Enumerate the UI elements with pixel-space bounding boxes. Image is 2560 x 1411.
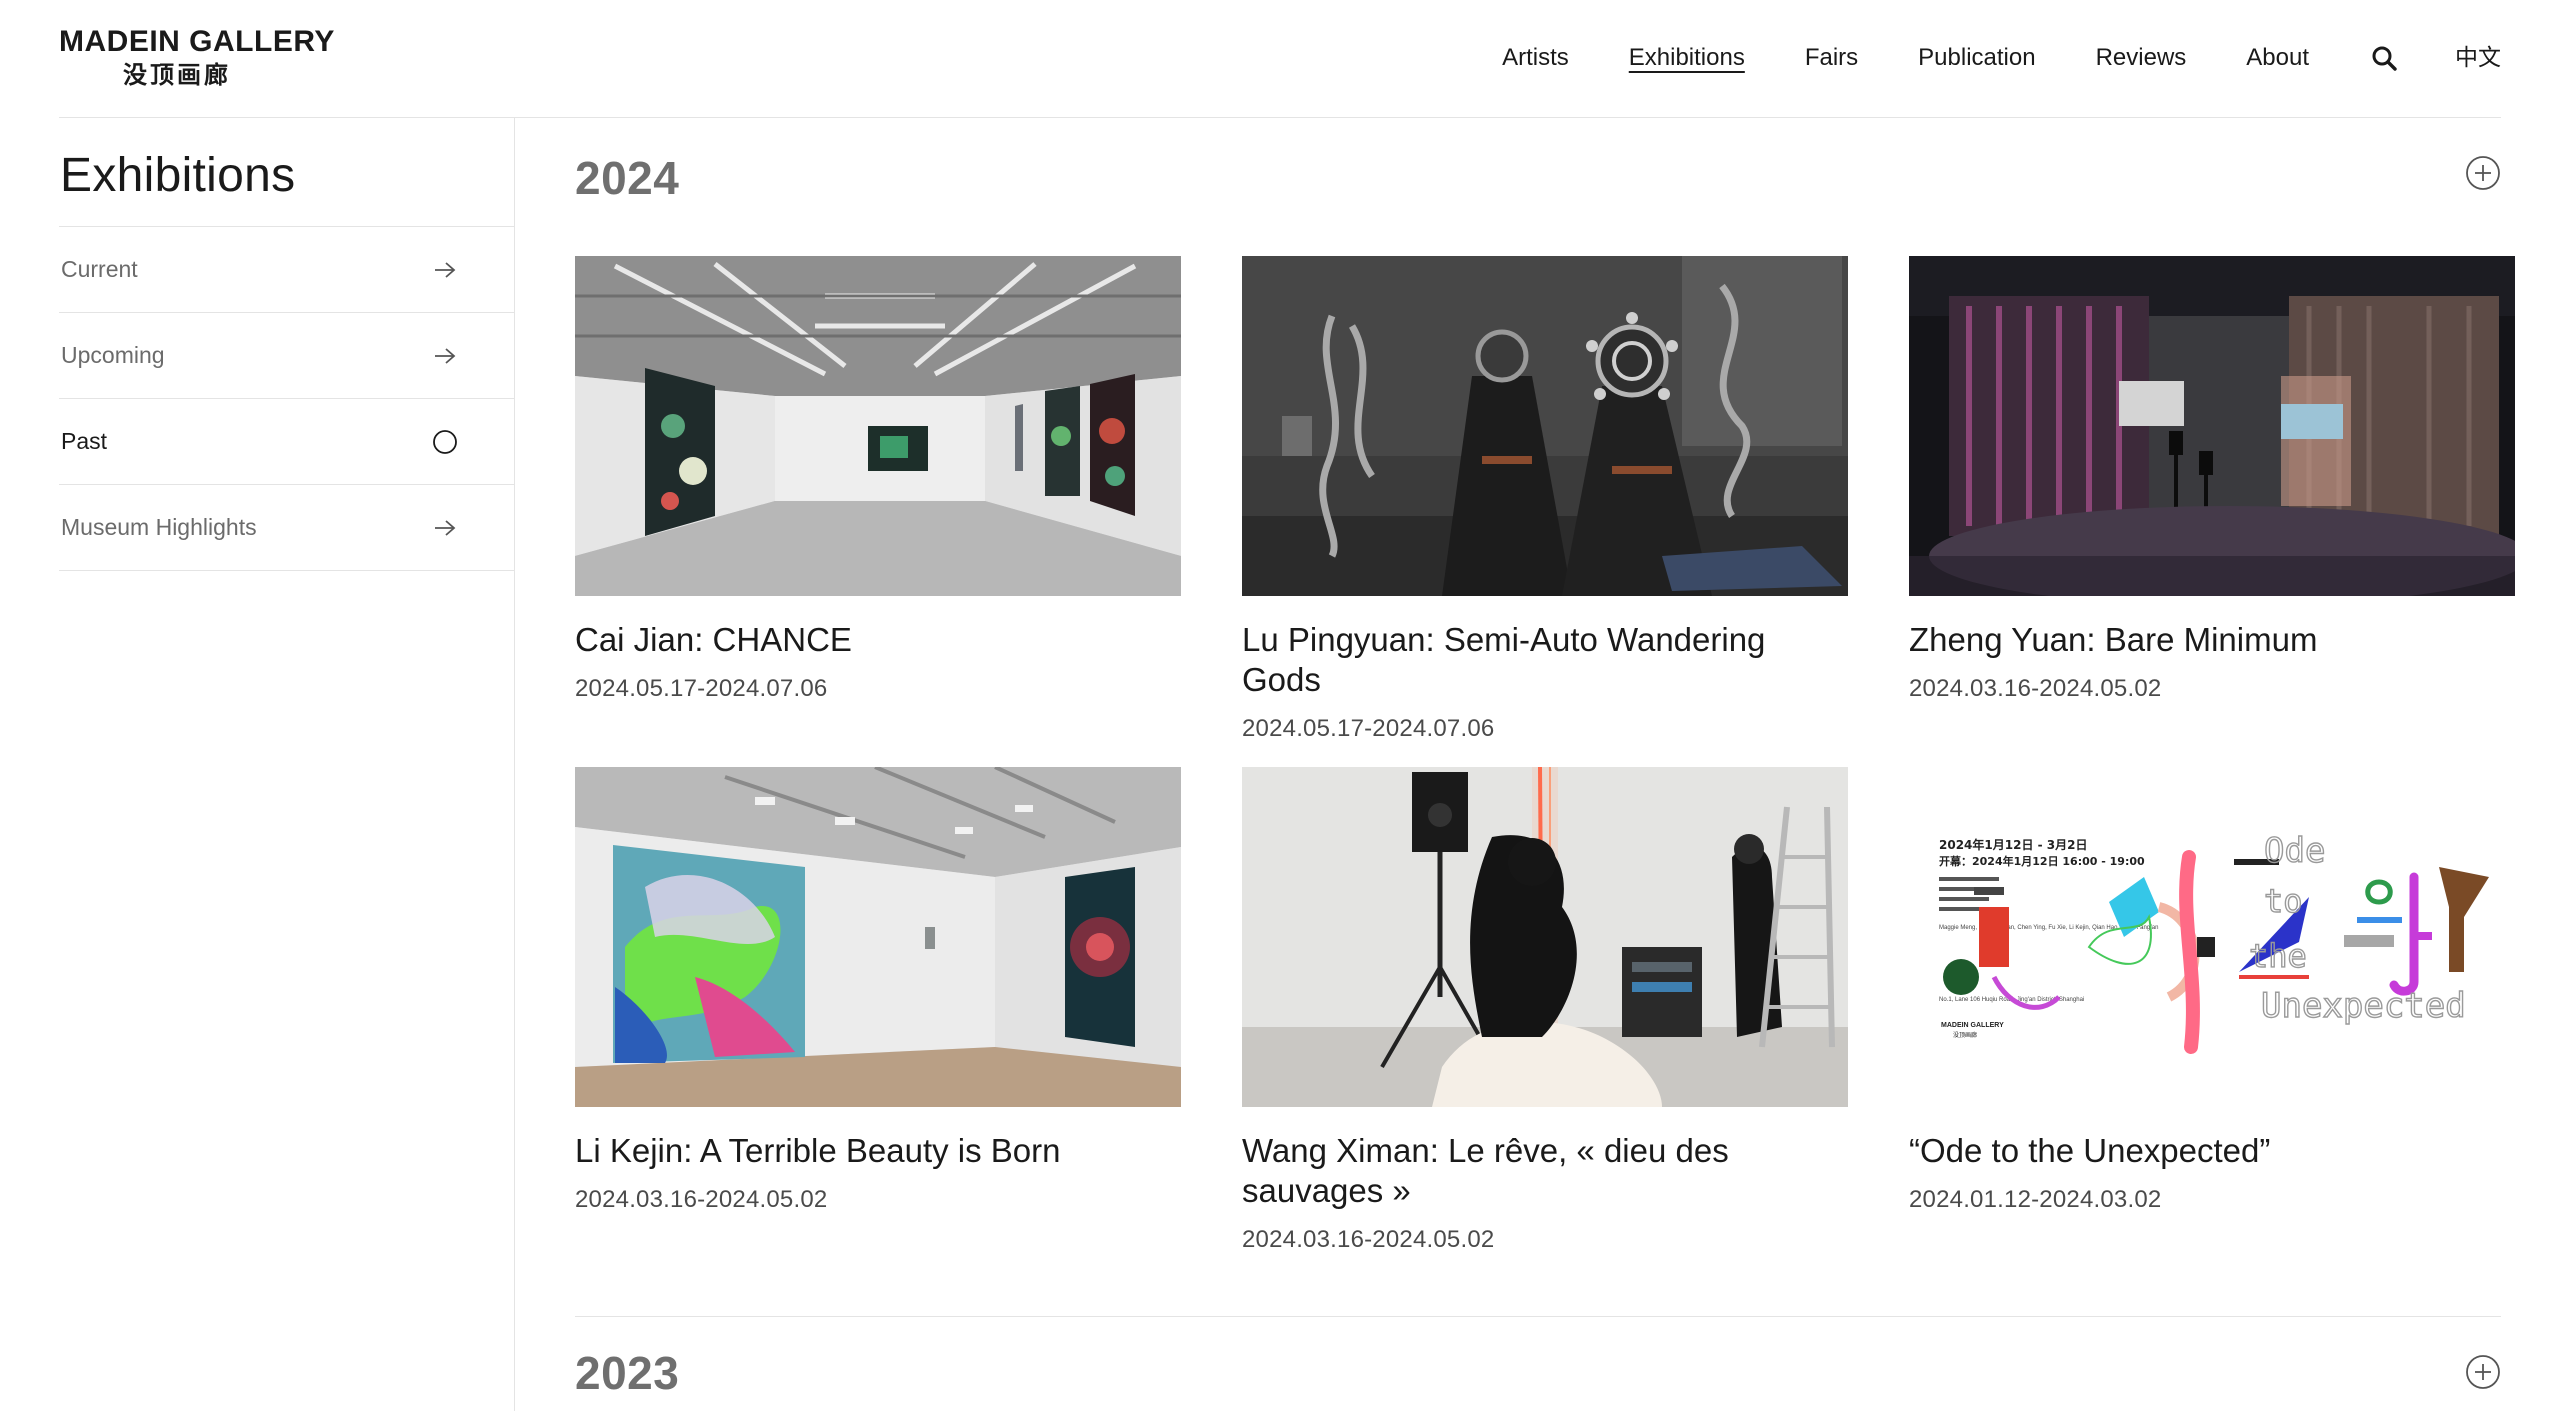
exhibition-title[interactable]: Cai Jian: CHANCE [575, 620, 1181, 660]
exhibition-dates: 2024.03.16-2024.05.02 [575, 1186, 828, 1213]
logo-name-zh: 没顶画廊 [123, 61, 231, 89]
poster-brand-zh: 没顶画廊 [1953, 1031, 1977, 1039]
exhibition-card[interactable]: Wang Ximan: Le rêve, « dieu des sauvages… [1242, 767, 1848, 1255]
gallery-logo[interactable]: MADEIN GALLERY 没顶画廊 [59, 24, 335, 90]
exhibition-dates: 2024.03.16-2024.05.02 [1242, 1226, 1495, 1253]
exhibition-card[interactable]: 2024年1月12日 - 3月2日 开幕：2024年1月12日 16:00 - … [1909, 767, 2515, 1215]
year-heading: 2023 [575, 1347, 680, 1399]
year-section-header[interactable]: 2024 [575, 118, 2501, 238]
exhibition-card[interactable]: Cai Jian: CHANCE 2024.05.17-2024.07.06 [575, 256, 1181, 704]
nav-about[interactable]: About [2246, 40, 2309, 76]
sidebar-item-label: Current [61, 256, 138, 282]
year-section-header[interactable]: 2023 [575, 1317, 2501, 1411]
site-header: MADEIN GALLERY 没顶画廊 Artists Exhibitions … [59, 0, 2501, 118]
poster-title-word-2: to [2264, 882, 2303, 920]
sidebar-item-label: Museum Highlights [61, 514, 257, 540]
exhibition-image[interactable] [1909, 256, 2515, 596]
exhibitions-sidebar: Exhibitions Current Upcoming Past Museum… [0, 118, 515, 1411]
sidebar-title: Exhibitions [60, 149, 296, 202]
nav-publication[interactable]: Publication [1918, 40, 2035, 76]
sidebar-item-label: Past [61, 428, 108, 454]
main-nav: Artists Exhibitions Fairs Publication Re… [1442, 40, 2501, 76]
exhibition-image[interactable] [1242, 767, 1848, 1107]
exhibition-title[interactable]: Zheng Yuan: Bare Minimum [1909, 620, 2515, 660]
plus-circle-icon[interactable] [2465, 155, 2501, 191]
poster-title-word-1: Ode [2264, 831, 2325, 871]
exhibition-title[interactable]: “Ode to the Unexpected” [1909, 1131, 2515, 1171]
arrow-right-icon [432, 343, 458, 369]
exhibition-poster[interactable]: 2024年1月12日 - 3月2日 开幕：2024年1月12日 16:00 - … [1909, 767, 2515, 1107]
poster-dates: 2024年1月12日 - 3月2日 [1939, 837, 2087, 852]
exhibition-card[interactable]: Li Kejin: A Terrible Beauty is Born 2024… [575, 767, 1181, 1215]
nav-exhibitions[interactable]: Exhibitions [1629, 40, 1745, 76]
exhibition-dates: 2024.05.17-2024.07.06 [1242, 715, 1495, 742]
poster-title-word-3: the [2249, 937, 2307, 975]
exhibition-title[interactable]: Lu Pingyuan: Semi-Auto Wandering Gods [1242, 620, 1848, 700]
poster-title-word-4: Unexpected [2261, 986, 2466, 1026]
sidebar-menu: Current Upcoming Past Museum Highlights [59, 226, 514, 571]
exhibition-title[interactable]: Li Kejin: A Terrible Beauty is Born [575, 1131, 1181, 1171]
circle-icon [432, 429, 458, 455]
plus-circle-icon[interactable] [2465, 1354, 2501, 1390]
exhibition-card[interactable]: Lu Pingyuan: Semi-Auto Wandering Gods 20… [1242, 256, 1848, 744]
sidebar-item-label: Upcoming [61, 342, 165, 368]
poster-brand-en: MADEIN GALLERY [1941, 1022, 2004, 1029]
year-heading: 2024 [575, 152, 680, 204]
poster-opening: 开幕：2024年1月12日 16:00 - 19:00 [1939, 854, 2145, 868]
arrow-right-icon [432, 257, 458, 283]
exhibition-image[interactable] [1242, 256, 1848, 596]
exhibition-dates: 2024.03.16-2024.05.02 [1909, 675, 2162, 702]
arrow-right-icon [432, 515, 458, 541]
exhibitions-main: 2024 Cai Jian: CHANCE 2024.05.17-2024.07… [575, 118, 2515, 1399]
exhibition-grid: Cai Jian: CHANCE 2024.05.17-2024.07.06 L… [575, 256, 2515, 1376]
exhibition-dates: 2024.01.12-2024.03.02 [1909, 1186, 2162, 1213]
logo-name-en: MADEIN GALLERY [59, 25, 335, 58]
sidebar-item-past[interactable]: Past [59, 399, 514, 485]
exhibition-title[interactable]: Wang Ximan: Le rêve, « dieu des sauvages… [1242, 1131, 1848, 1211]
exhibition-image[interactable] [575, 256, 1181, 596]
nav-fairs[interactable]: Fairs [1805, 40, 1858, 76]
exhibition-image[interactable] [575, 767, 1181, 1107]
nav-reviews[interactable]: Reviews [2096, 40, 2187, 76]
sidebar-item-museum-highlights[interactable]: Museum Highlights [59, 485, 514, 571]
search-icon[interactable] [2369, 43, 2399, 73]
exhibition-dates: 2024.05.17-2024.07.06 [575, 675, 828, 702]
sidebar-item-current[interactable]: Current [59, 227, 514, 313]
sidebar-item-upcoming[interactable]: Upcoming [59, 313, 514, 399]
exhibition-card[interactable]: Zheng Yuan: Bare Minimum 2024.03.16-2024… [1909, 256, 2515, 704]
nav-artists[interactable]: Artists [1502, 40, 1569, 76]
language-switch[interactable]: 中文 [2455, 40, 2501, 76]
